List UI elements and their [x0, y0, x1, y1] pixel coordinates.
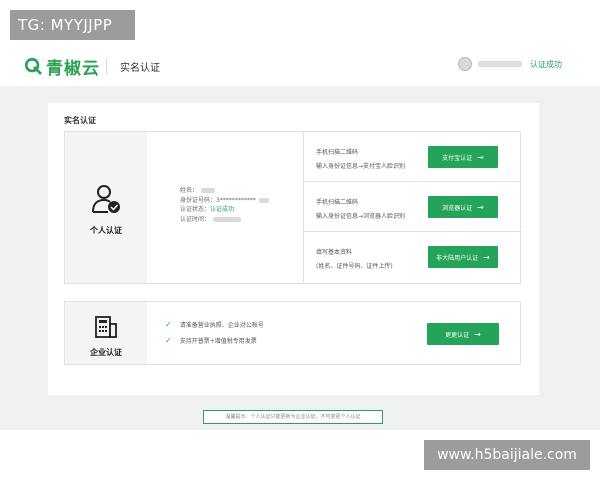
enterprise-side: 企业认证	[65, 302, 147, 364]
option-overseas: 填写基本资料 (姓名、证件号码、证件上传) 非大陆用户认证 →	[304, 232, 522, 282]
personal-verification-panel: 个人认证 姓名： 身份证号码： 3************ 认证状态： 认证成功…	[64, 131, 522, 284]
browser-verify-button[interactable]: 浏览器认证 →	[428, 196, 498, 218]
enterprise-requirement-2: ✓ 支持开普票+增值税专用发票	[165, 336, 257, 345]
watermark-top: TG: MYYJJPP	[10, 10, 135, 40]
arrow-right-icon: →	[477, 202, 484, 212]
alipay-verify-label: 支付宝认证	[442, 154, 473, 162]
enterprise-verify-button[interactable]: 更更认证 →	[427, 323, 499, 345]
personal-info: 姓名： 身份证号码： 3************ 认证状态： 认证成功 认证时间…	[180, 186, 269, 224]
name-value-blurred	[201, 188, 216, 194]
personal-label: 个人认证	[90, 226, 122, 235]
info-id-row: 身份证号码： 3************	[180, 196, 269, 206]
verification-card: 实名认证 个人认证 姓名： 身份证号码： 3************ 认证状态：…	[48, 103, 539, 395]
check-icon: ✓	[165, 336, 172, 345]
card-title: 实名认证	[64, 116, 96, 125]
avatar[interactable]	[458, 57, 472, 71]
id-tail-blurred	[258, 197, 269, 203]
id-label: 身份证号码：	[180, 196, 217, 204]
option-alipay-line2: 输入身份证信息→支付宝人脸识别	[316, 163, 406, 170]
info-name-row: 姓名：	[180, 186, 269, 196]
arrow-right-icon: →	[483, 252, 490, 262]
enterprise-label: 企业认证	[90, 348, 122, 357]
option-overseas-line2: (姓名、证件号码、证件上传)	[316, 263, 393, 270]
requirement-text-2: 支持开普票+增值税专用发票	[179, 338, 257, 345]
user-status: 认证成功	[530, 59, 562, 69]
logo-icon	[24, 57, 42, 75]
building-icon	[95, 316, 117, 338]
info-status-row: 认证状态： 认证成功	[180, 205, 269, 215]
time-value-blurred	[213, 216, 242, 222]
arrow-right-icon: →	[477, 152, 484, 162]
enterprise-verify-label: 更更认证	[445, 331, 470, 339]
header-divider	[106, 58, 107, 74]
personal-side: 个人认证	[65, 132, 147, 283]
page-title: 实名认证	[120, 63, 160, 74]
person-check-icon	[92, 185, 120, 213]
option-browser: 手机扫描二维码 输入身份证信息→浏览器人脸识别 浏览器认证 →	[304, 182, 522, 232]
info-time-row: 认证时间：	[180, 215, 269, 225]
id-value: 3************	[216, 196, 256, 204]
alipay-verify-button[interactable]: 支付宝认证 →	[428, 146, 498, 168]
status-label: 认证状态：	[180, 206, 211, 214]
watermark-bottom: www.h5baijiale.com	[424, 440, 590, 470]
enterprise-requirement-1: ✓ 请准备营业执照、企业对公账号	[165, 320, 264, 329]
requirement-text-1: 请准备营业执照、企业对公账号	[179, 322, 264, 329]
overseas-verify-label: 非大陆用户认证	[436, 254, 479, 262]
option-alipay: 手机扫描二维码 输入身份证信息→支付宝人脸识别 支付宝认证 →	[304, 132, 522, 182]
notice-banner: 温馨提示：个人认证只能更新为企业认证，不可变更个人认证	[203, 410, 383, 424]
option-browser-line1: 手机扫描二维码	[316, 199, 359, 206]
status-value: 认证成功	[210, 206, 235, 214]
option-overseas-line1: 填写基本资料	[316, 249, 353, 256]
logo-text: 青椒云	[46, 58, 100, 79]
verification-options: 手机扫描二维码 输入身份证信息→支付宝人脸识别 支付宝认证 → 手机扫描二维码 …	[303, 132, 522, 283]
user-menu[interactable]: 认证成功	[458, 57, 562, 71]
option-browser-line2: 输入身份证信息→浏览器人脸识别	[316, 213, 406, 220]
option-alipay-line1: 手机扫描二维码	[316, 149, 359, 156]
enterprise-verification-panel: 企业认证 ✓ 请准备营业执照、企业对公账号 ✓ 支持开普票+增值税专用发票 更更…	[64, 301, 521, 365]
arrow-right-icon: →	[474, 329, 481, 339]
top-header: 青椒云 实名认证 认证成功	[0, 46, 600, 86]
browser-verify-label: 浏览器认证	[442, 204, 473, 212]
name-label: 姓名：	[180, 187, 199, 195]
check-icon: ✓	[165, 320, 172, 329]
user-name-blurred	[478, 61, 522, 67]
overseas-verify-button[interactable]: 非大陆用户认证 →	[428, 246, 498, 268]
time-label: 认证时间：	[180, 215, 211, 223]
logo[interactable]: 青椒云	[24, 56, 100, 79]
